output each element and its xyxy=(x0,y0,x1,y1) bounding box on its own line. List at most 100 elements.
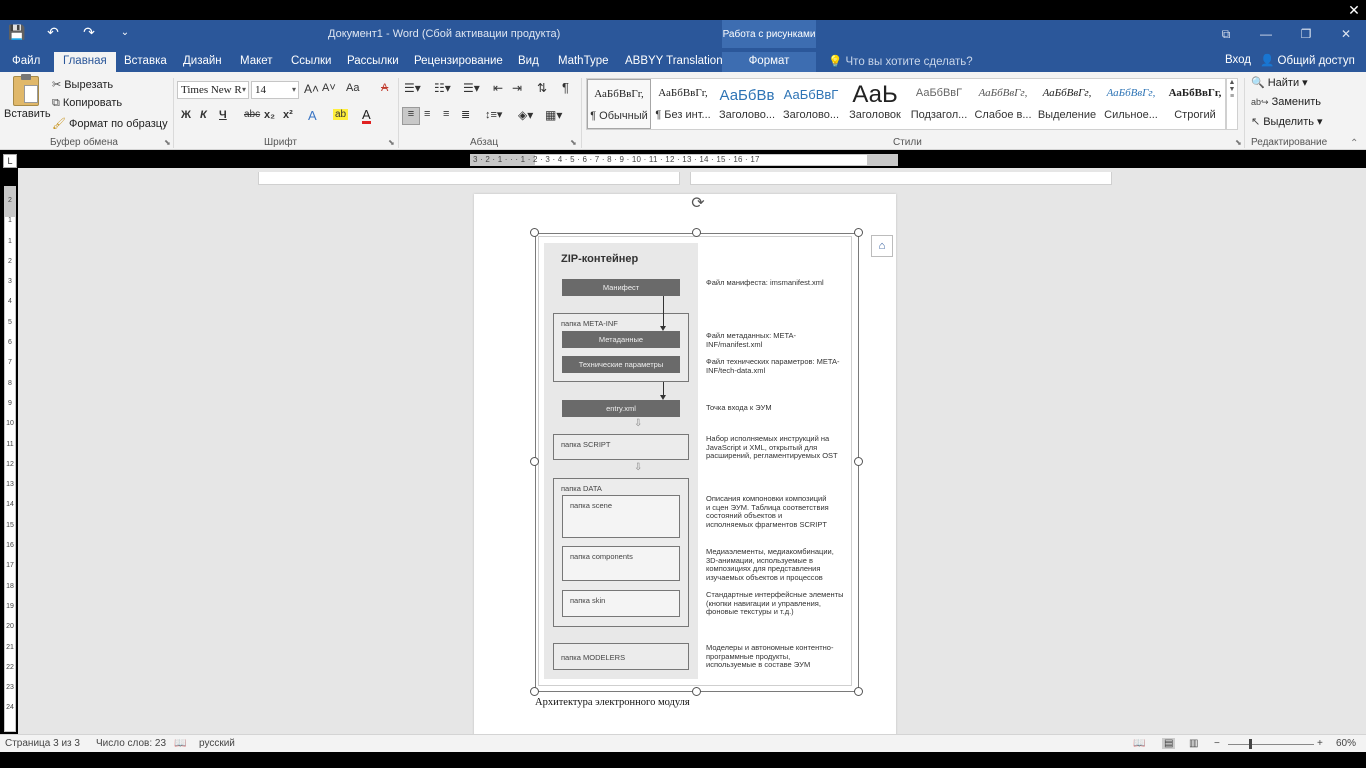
select-button[interactable]: ↖ Выделить ▾ xyxy=(1251,115,1323,128)
borders-button[interactable]: ▦▾ xyxy=(545,108,562,122)
close-button[interactable]: ✕ xyxy=(1326,20,1366,48)
tab-layout[interactable]: Макет xyxy=(231,52,282,72)
print-layout-icon[interactable]: ▤ xyxy=(1162,738,1176,749)
tell-me-search[interactable]: 💡 Что вы хотите сделать? xyxy=(828,54,973,68)
align-center-button[interactable]: ≡ xyxy=(424,108,430,120)
font-color-button[interactable]: A xyxy=(362,108,371,124)
ribbon-display-options-icon[interactable]: ⧉ xyxy=(1206,20,1246,48)
zoom-slider-thumb[interactable] xyxy=(1249,739,1252,749)
tab-home[interactable]: Главная xyxy=(54,52,116,72)
resize-handle-s[interactable] xyxy=(692,687,701,696)
tab-abbyy[interactable]: ABBYY Translation xyxy=(616,52,732,72)
tab-references[interactable]: Ссылки xyxy=(282,52,341,72)
strikethrough-button[interactable]: abc xyxy=(244,109,260,120)
style-normal[interactable]: АаБбВвГг, ¶ Обычный xyxy=(587,79,651,129)
change-case-button[interactable]: Aa xyxy=(346,82,359,94)
cut-button[interactable]: ✂ Вырезать xyxy=(52,78,113,91)
undo-icon[interactable]: ↶ xyxy=(42,24,64,41)
resize-handle-ne[interactable] xyxy=(854,228,863,237)
redo-icon[interactable]: ↷ xyxy=(78,24,100,41)
tab-selector[interactable]: L xyxy=(3,154,17,168)
paragraph-launcher-icon[interactable]: ⬊ xyxy=(570,138,577,147)
line-spacing-button[interactable]: ↕≡▾ xyxy=(485,108,502,121)
style-intense-emphasis[interactable]: АаБбВвГг, Сильное... xyxy=(1099,79,1163,129)
replace-button[interactable]: ab↪ Заменить xyxy=(1251,96,1321,108)
subscript-button[interactable]: x₂ xyxy=(264,109,275,121)
find-button[interactable]: 🔍 Найти ▾ xyxy=(1251,76,1308,89)
layout-options-icon[interactable]: ⌂ xyxy=(871,235,893,257)
zoom-level[interactable]: 60% xyxy=(1336,738,1356,749)
collapse-ribbon-icon[interactable]: ⌃ xyxy=(1350,138,1358,149)
sort-button[interactable]: ⇅ xyxy=(537,81,547,95)
style-heading2[interactable]: АаБбВвГ Заголово... xyxy=(779,79,843,129)
style-emphasis[interactable]: АаБбВвГг, Выделение xyxy=(1035,79,1099,129)
save-icon[interactable]: 💾 xyxy=(6,24,28,41)
highlight-button[interactable]: ab xyxy=(333,109,349,120)
zoom-slider[interactable] xyxy=(1228,744,1314,745)
share-button[interactable]: 👤 Общий доступ xyxy=(1260,53,1355,67)
word-count[interactable]: Число слов: 23 xyxy=(96,738,166,749)
style-heading1[interactable]: АаБбВв Заголово... xyxy=(715,79,779,129)
tab-mailings[interactable]: Рассылки xyxy=(338,52,408,72)
superscript-button[interactable]: x² xyxy=(283,109,293,121)
bold-button[interactable]: Ж xyxy=(181,109,191,121)
italic-button[interactable]: К xyxy=(200,109,207,121)
tab-format[interactable]: Формат xyxy=(722,52,816,72)
multilevel-list-button[interactable]: ☰▾ xyxy=(463,81,480,95)
text-effects-button[interactable]: A xyxy=(308,108,317,123)
font-launcher-icon[interactable]: ⬊ xyxy=(388,138,395,147)
resize-handle-n[interactable] xyxy=(692,228,701,237)
increase-indent-button[interactable]: ⇥ xyxy=(512,81,522,95)
styles-gallery-scroll[interactable]: ▲ ▼ ≡ xyxy=(1226,78,1238,130)
align-left-button[interactable]: ≡ xyxy=(402,107,420,125)
show-marks-button[interactable]: ¶ xyxy=(562,80,569,95)
tab-insert[interactable]: Вставка xyxy=(115,52,176,72)
resize-handle-se[interactable] xyxy=(854,687,863,696)
web-layout-icon[interactable]: ▥ xyxy=(1189,738,1198,749)
zoom-out-button[interactable]: − xyxy=(1214,738,1220,749)
style-strong[interactable]: АаБбВвГг, Строгий xyxy=(1163,79,1227,129)
proofing-icon[interactable]: 📖 xyxy=(174,738,186,749)
customize-qat-icon[interactable]: ⌄ xyxy=(114,27,136,38)
resize-handle-w[interactable] xyxy=(530,457,539,466)
tab-review[interactable]: Рецензирование xyxy=(405,52,512,72)
tab-design[interactable]: Дизайн xyxy=(174,52,231,72)
sign-in-link[interactable]: Вход xyxy=(1225,54,1251,66)
read-mode-icon[interactable]: 📖 xyxy=(1133,738,1145,749)
styles-launcher-icon[interactable]: ⬊ xyxy=(1235,138,1242,147)
resize-handle-sw[interactable] xyxy=(530,687,539,696)
style-no-spacing[interactable]: АаБбВвГг, ¶ Без инт... xyxy=(651,79,715,129)
tab-mathtype[interactable]: MathType xyxy=(549,52,618,72)
language[interactable]: русский xyxy=(199,738,235,749)
tab-file[interactable]: Файл xyxy=(3,52,49,72)
bullets-button[interactable]: ☰▾ xyxy=(404,81,421,95)
underline-button[interactable]: Ч xyxy=(219,109,227,121)
rotate-handle-icon[interactable]: ⟳ xyxy=(690,196,706,212)
align-right-button[interactable]: ≡ xyxy=(443,108,449,120)
decrease-indent-button[interactable]: ⇤ xyxy=(493,81,503,95)
style-title[interactable]: АаЬ Заголовок xyxy=(843,79,907,129)
numbering-button[interactable]: ☷▾ xyxy=(434,81,451,95)
copy-button[interactable]: ⧉ Копировать xyxy=(52,97,122,110)
vertical-ruler[interactable]: 2 1 1 2 3 4 5 6 7 8 9 10 11 12 13 14 15 … xyxy=(4,186,16,732)
resize-handle-e[interactable] xyxy=(854,457,863,466)
style-subtle-emphasis[interactable]: АаБбВвГг, Слабое в... xyxy=(971,79,1035,129)
zoom-in-button[interactable]: + xyxy=(1317,738,1323,749)
paste-button[interactable]: Вставить xyxy=(4,74,51,132)
horizontal-ruler[interactable]: 3 · 2 · 1 · · · 1 · 2 · 3 · 4 · 5 · 6 · … xyxy=(470,154,898,166)
minimize-button[interactable]: — xyxy=(1246,20,1286,48)
shading-button[interactable]: ◈▾ xyxy=(518,108,533,122)
resize-handle-nw[interactable] xyxy=(530,228,539,237)
grow-font-button[interactable]: A˄ xyxy=(304,82,319,96)
clear-formatting-button[interactable]: A xyxy=(381,82,388,94)
maximize-button[interactable]: ❐ xyxy=(1286,20,1326,48)
figure-caption[interactable]: Архитектура электронного модуля xyxy=(535,697,690,708)
font-size-combo[interactable]: 14 ▾ xyxy=(251,81,299,99)
style-subtitle[interactable]: АаБбВвГ Подзагол... xyxy=(907,79,971,129)
exit-fullscreen-icon[interactable]: ✕ xyxy=(1346,2,1362,18)
justify-button[interactable]: ≣ xyxy=(461,108,470,121)
tab-view[interactable]: Вид xyxy=(509,52,548,72)
clipboard-launcher-icon[interactable]: ⬊ xyxy=(164,138,171,147)
shrink-font-button[interactable]: A˅ xyxy=(322,82,336,94)
format-painter-button[interactable]: 🖌 Формат по образцу xyxy=(52,117,168,130)
